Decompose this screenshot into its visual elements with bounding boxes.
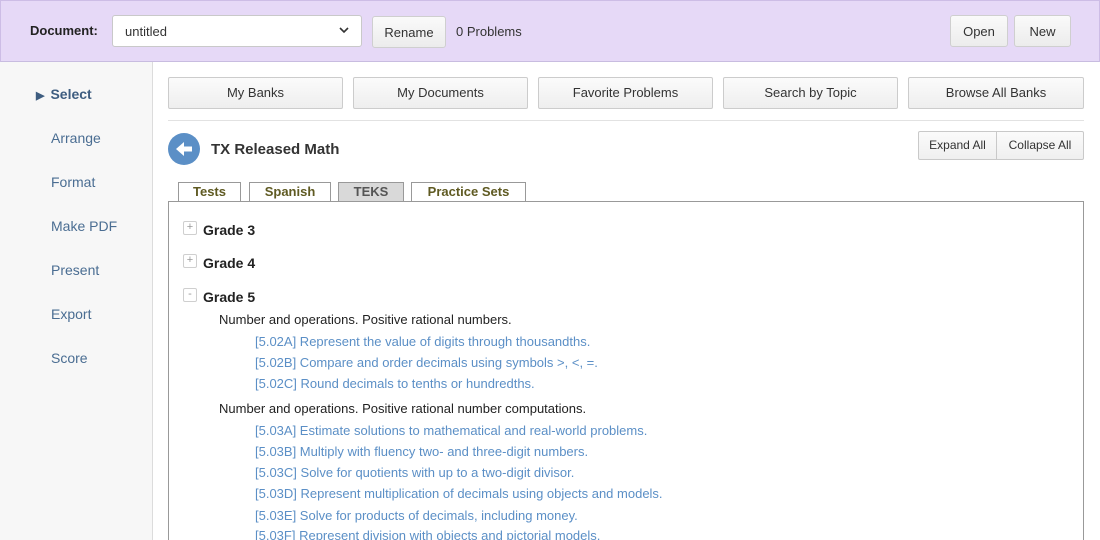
grade-5-heading[interactable]: Grade 5 xyxy=(203,289,255,305)
grade-3-heading[interactable]: Grade 3 xyxy=(203,222,255,238)
teks-link[interactable]: [5.02B] Compare and order decimals using… xyxy=(255,355,598,370)
new-button[interactable]: New xyxy=(1014,15,1071,47)
back-button[interactable] xyxy=(168,133,200,165)
category-heading: Number and operations. Positive rational… xyxy=(219,312,512,327)
sidebar-item-select[interactable]: ▶ Select xyxy=(36,86,92,102)
collapse-all-button[interactable]: Collapse All xyxy=(996,131,1084,160)
collapse-toggle-icon[interactable]: - xyxy=(183,288,197,302)
sidebar-item-make-pdf[interactable]: Make PDF xyxy=(51,218,117,234)
document-select[interactable]: untitled xyxy=(112,15,362,47)
subtab-practice-sets[interactable]: Practice Sets xyxy=(411,182,526,202)
teks-link[interactable]: [5.03F] Represent division with objects … xyxy=(255,528,600,540)
tab-search-by-topic[interactable]: Search by Topic xyxy=(723,77,898,109)
problems-count: 0 Problems xyxy=(456,24,522,39)
teks-link[interactable]: [5.02C] Round decimals to tenths or hund… xyxy=(255,376,535,391)
rename-button[interactable]: Rename xyxy=(372,16,446,48)
tab-my-banks[interactable]: My Banks xyxy=(168,77,343,109)
sidebar-item-format[interactable]: Format xyxy=(51,174,95,190)
chevron-down-icon xyxy=(339,27,349,34)
document-select-value: untitled xyxy=(125,24,167,39)
sidebar: ▶ Select Arrange Format Make PDF Present … xyxy=(0,62,153,540)
document-label: Document: xyxy=(30,23,98,38)
teks-link[interactable]: [5.03A] Estimate solutions to mathematic… xyxy=(255,423,647,438)
category-heading: Number and operations. Positive rational… xyxy=(219,401,587,416)
teks-link[interactable]: [5.03B] Multiply with fluency two- and t… xyxy=(255,444,588,459)
subtab-teks[interactable]: TEKS xyxy=(338,182,404,202)
header-bar: Document: untitled Rename 0 Problems Ope… xyxy=(0,0,1100,62)
back-arrow-icon xyxy=(176,142,192,156)
expand-toggle-icon[interactable]: + xyxy=(183,221,197,235)
bank-title: TX Released Math xyxy=(211,141,340,158)
subtab-tests[interactable]: Tests xyxy=(178,182,241,202)
grade-4-heading[interactable]: Grade 4 xyxy=(203,255,255,271)
subtab-spanish[interactable]: Spanish xyxy=(249,182,331,202)
sidebar-item-score[interactable]: Score xyxy=(51,350,88,366)
expand-toggle-icon[interactable]: + xyxy=(183,254,197,268)
sidebar-item-arrange[interactable]: Arrange xyxy=(51,130,101,146)
tab-my-documents[interactable]: My Documents xyxy=(353,77,528,109)
sidebar-item-export[interactable]: Export xyxy=(51,306,91,322)
tab-favorite-problems[interactable]: Favorite Problems xyxy=(538,77,713,109)
play-arrow-icon: ▶ xyxy=(36,90,45,102)
teks-link[interactable]: [5.03D] Represent multiplication of deci… xyxy=(255,486,663,501)
divider xyxy=(168,120,1084,121)
open-button[interactable]: Open xyxy=(950,15,1008,47)
teks-link[interactable]: [5.03E] Solve for products of decimals, … xyxy=(255,508,578,523)
teks-link[interactable]: [5.02A] Represent the value of digits th… xyxy=(255,334,590,349)
expand-all-button[interactable]: Expand All xyxy=(918,131,997,160)
teks-link[interactable]: [5.03C] Solve for quotients with up to a… xyxy=(255,465,574,480)
teks-tree-panel: + Grade 3 + Grade 4 - Grade 5 Number and… xyxy=(168,201,1084,540)
sidebar-item-present[interactable]: Present xyxy=(51,262,99,278)
sidebar-item-label: Select xyxy=(50,86,92,102)
tab-browse-all-banks[interactable]: Browse All Banks xyxy=(908,77,1084,109)
